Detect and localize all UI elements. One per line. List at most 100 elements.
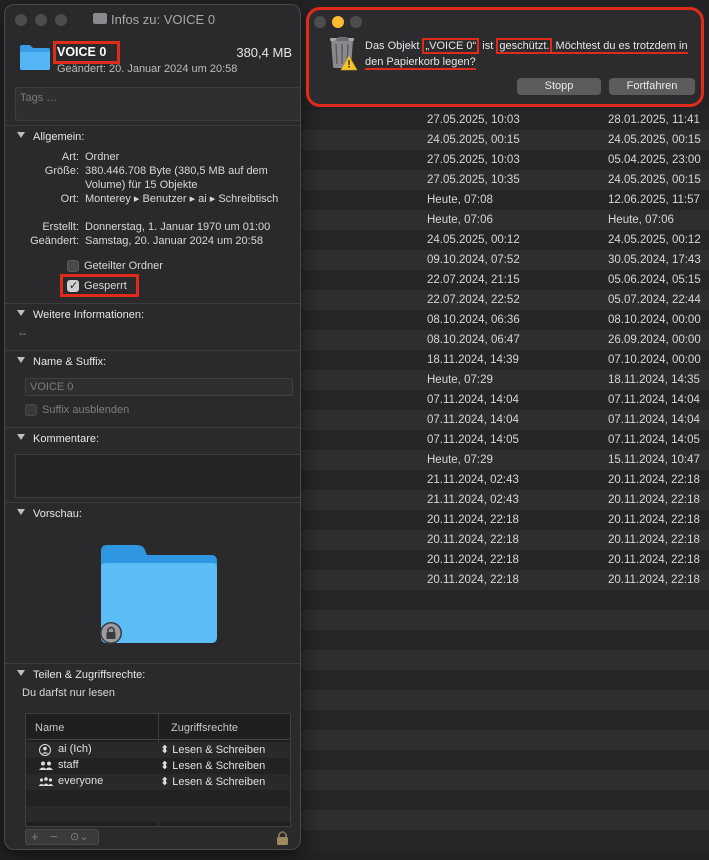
permission-rights-select[interactable]: ⬍ Lesen & Schreiben xyxy=(160,759,265,772)
file-list-row[interactable]: 22.07.2024, 22:52 05.07.2024, 22:44 xyxy=(300,290,709,310)
hide-suffix-checkbox[interactable] xyxy=(25,404,37,416)
info-key: Ort: xyxy=(60,193,79,205)
alert-message-text: Das Objekt xyxy=(365,40,423,52)
file-list-row[interactable]: 20.11.2024, 22:18 20.11.2024, 22:18 xyxy=(300,570,709,590)
file-list-row[interactable]: Heute, 07:29 15.11.2024, 10:47 xyxy=(300,450,709,470)
file-list-row[interactable]: 07.11.2024, 14:04 07.11.2024, 14:04 xyxy=(300,390,709,410)
section-comments-header[interactable]: Kommentare: xyxy=(5,427,300,449)
date-modified-cell: 24.05.2025, 00:15 xyxy=(608,174,701,186)
name-input[interactable]: VOICE 0 xyxy=(25,378,293,396)
file-list-row[interactable]: 27.05.2025, 10:03 28.01.2025, 11:41 xyxy=(300,110,709,130)
file-list-row[interactable]: 07.11.2024, 14:04 07.11.2024, 14:04 xyxy=(300,410,709,430)
zoom-window-button[interactable] xyxy=(55,14,67,26)
file-list-row[interactable]: 07.11.2024, 14:05 07.11.2024, 14:05 xyxy=(300,430,709,450)
file-list-empty-row xyxy=(300,590,709,610)
alert-object-name: „VOICE 0“ xyxy=(422,38,480,54)
permission-rights-select[interactable]: ⬍ Lesen & Schreiben xyxy=(160,775,265,788)
file-list-row[interactable]: 08.10.2024, 06:36 08.10.2024, 00:00 xyxy=(300,310,709,330)
date-modified-cell: 20.11.2024, 22:18 xyxy=(608,534,700,546)
remove-permission-button[interactable]: − xyxy=(50,830,58,844)
permission-row[interactable]: everyone ⬍ Lesen & Schreiben xyxy=(26,774,290,790)
date-added-cell: 21.11.2024, 02:43 xyxy=(427,474,519,486)
column-header-name[interactable]: Name xyxy=(35,722,64,734)
lock-icon[interactable] xyxy=(276,830,289,845)
section-more-info-label: Weitere Informationen: xyxy=(33,309,145,321)
comments-textarea[interactable] xyxy=(15,454,300,498)
close-window-button[interactable] xyxy=(15,14,27,26)
continue-button[interactable]: Fortfahren xyxy=(609,78,695,95)
date-modified-cell: 24.05.2025, 00:12 xyxy=(608,234,701,246)
chevron-down-icon xyxy=(17,434,25,440)
file-list-empty-row xyxy=(300,790,709,810)
close-window-button[interactable] xyxy=(314,16,326,28)
file-list-row[interactable]: 27.05.2025, 10:35 24.05.2025, 00:15 xyxy=(300,170,709,190)
file-list-row[interactable]: Heute, 07:06 Heute, 07:06 xyxy=(300,210,709,230)
file-list-row[interactable]: 18.11.2024, 14:39 07.10.2024, 00:00 xyxy=(300,350,709,370)
date-modified-cell: 20.11.2024, 22:18 xyxy=(608,554,700,566)
date-modified-cell: 26.09.2024, 00:00 xyxy=(608,334,701,346)
file-list-row[interactable]: 08.10.2024, 06:47 26.09.2024, 00:00 xyxy=(300,330,709,350)
file-list-row[interactable]: Heute, 07:29 18.11.2024, 14:35 xyxy=(300,370,709,390)
file-list-row[interactable]: 21.11.2024, 02:43 20.11.2024, 22:18 xyxy=(300,490,709,510)
item-header: VOICE 0 380,4 MB Geändert: 20. Januar 20… xyxy=(5,35,300,83)
file-list-row[interactable]: 24.05.2025, 00:12 24.05.2025, 00:12 xyxy=(300,230,709,250)
file-list-empty-row xyxy=(300,710,709,730)
section-more-info-header[interactable]: Weitere Informationen: xyxy=(5,303,300,325)
tags-input[interactable]: Tags … xyxy=(15,87,300,121)
file-list-row[interactable]: 20.11.2024, 22:18 20.11.2024, 22:18 xyxy=(300,530,709,550)
permission-action-menu[interactable]: ⊙⌄ xyxy=(70,830,88,844)
column-header-rights[interactable]: Zugriffsrechte xyxy=(171,722,238,734)
file-list-row[interactable]: 09.10.2024, 07:52 30.05.2024, 17:43 xyxy=(300,250,709,270)
add-permission-button[interactable]: + xyxy=(31,830,39,844)
zoom-window-button[interactable] xyxy=(350,16,362,28)
section-general-header[interactable]: Allgemein: xyxy=(5,125,300,147)
chevron-down-icon xyxy=(17,509,25,515)
permission-row[interactable]: ai (Ich) ⬍ Lesen & Schreiben xyxy=(26,742,290,758)
section-sharing-header[interactable]: Teilen & Zugriffsrechte: xyxy=(5,663,300,685)
section-name-suffix-header[interactable]: Name & Suffix: xyxy=(5,350,300,372)
date-modified-cell: 20.11.2024, 22:18 xyxy=(608,574,700,586)
info-key: Größe: xyxy=(44,165,79,177)
permission-row-empty xyxy=(26,806,290,822)
permission-row[interactable]: staff ⬍ Lesen & Schreiben xyxy=(26,758,290,774)
date-added-cell: 20.11.2024, 22:18 xyxy=(427,534,519,546)
file-list-empty-row xyxy=(300,830,709,850)
file-list-empty-row xyxy=(300,770,709,790)
name-input-value: VOICE 0 xyxy=(30,381,74,393)
sharing-note: Du darfst nur lesen xyxy=(22,687,115,699)
file-list-row[interactable]: 24.05.2025, 00:15 24.05.2025, 00:15 xyxy=(300,130,709,150)
file-list-row[interactable]: 22.07.2024, 21:15 05.06.2024, 05:15 xyxy=(300,270,709,290)
info-value: 380.446.708 Byte (380,5 MB auf dem Volum… xyxy=(85,165,268,191)
date-added-cell: Heute, 07:29 xyxy=(427,454,493,466)
section-comments-label: Kommentare: xyxy=(33,433,100,445)
date-modified-cell: 07.10.2024, 00:00 xyxy=(608,354,701,366)
minimize-window-button[interactable] xyxy=(332,16,344,28)
date-modified-cell: 28.01.2025, 11:41 xyxy=(608,114,700,126)
highlight-box xyxy=(53,41,120,64)
file-list-empty-row xyxy=(300,810,709,830)
date-modified-cell: Heute, 07:06 xyxy=(608,214,674,226)
shared-folder-checkbox[interactable] xyxy=(67,260,79,272)
file-list-row[interactable]: 21.11.2024, 02:43 20.11.2024, 22:18 xyxy=(300,470,709,490)
file-list-row[interactable]: 20.11.2024, 22:18 20.11.2024, 22:18 xyxy=(300,510,709,530)
info-key: Geändert: xyxy=(30,235,79,247)
finder-file-list: 27.05.2025, 10:03 28.01.2025, 11:41 24.05.… xyxy=(300,110,709,850)
date-added-cell: 18.11.2024, 14:39 xyxy=(427,354,519,366)
permission-user-name: ai (Ich) xyxy=(58,743,92,755)
date-added-cell: 27.05.2025, 10:03 xyxy=(427,154,520,166)
date-added-cell: 22.07.2024, 22:52 xyxy=(427,294,520,306)
file-list-row[interactable]: Heute, 07:08 12.06.2025, 11:57 xyxy=(300,190,709,210)
file-list-row[interactable]: 27.05.2025, 10:03 05.04.2025, 23:00 xyxy=(300,150,709,170)
date-modified-cell: 08.10.2024, 00:00 xyxy=(608,314,701,326)
file-list-empty-row xyxy=(300,650,709,670)
date-added-cell: 20.11.2024, 22:18 xyxy=(427,574,519,586)
permission-rights-select[interactable]: ⬍ Lesen & Schreiben xyxy=(160,743,265,756)
stop-button[interactable]: Stopp xyxy=(517,78,601,95)
shared-folder-label: Geteilter Ordner xyxy=(84,260,163,272)
section-name-suffix-label: Name & Suffix: xyxy=(33,356,107,368)
minimize-window-button[interactable] xyxy=(35,14,47,26)
info-key: Erstellt: xyxy=(42,221,79,233)
section-preview-header[interactable]: Vorschau: xyxy=(5,502,300,524)
file-list-row[interactable]: 20.11.2024, 22:18 20.11.2024, 22:18 xyxy=(300,550,709,570)
folder-preview-icon xyxy=(100,545,217,644)
